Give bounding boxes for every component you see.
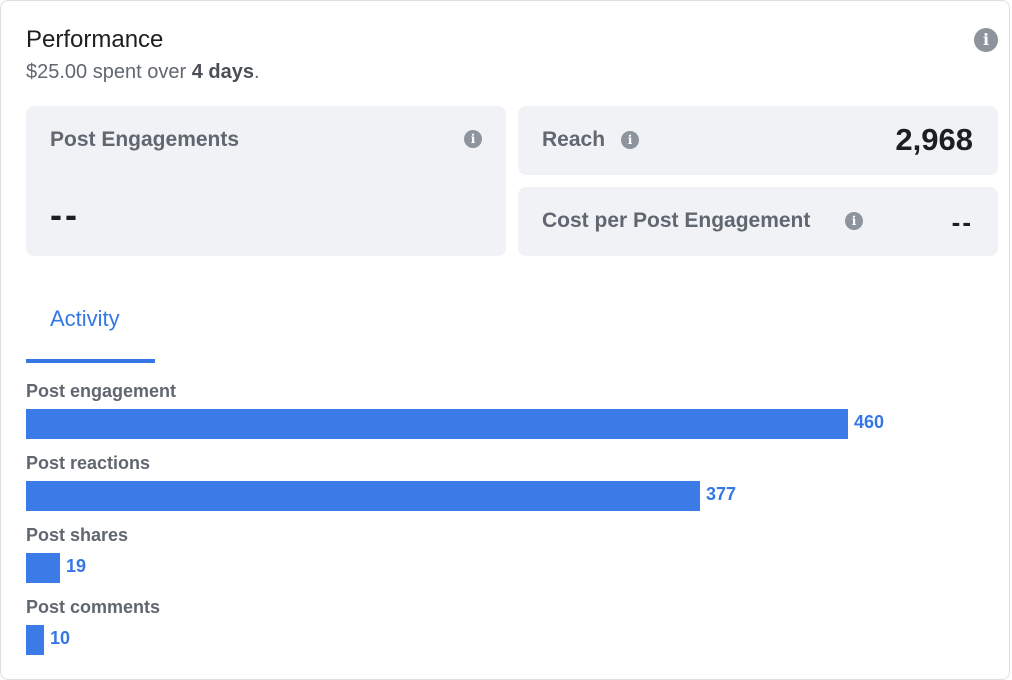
tab-activity-underline bbox=[26, 359, 155, 363]
bar-label-post-shares: Post shares bbox=[26, 525, 129, 545]
performance-panel: Performance $25.00 spent over 4 days. i … bbox=[0, 0, 1010, 680]
post-engagements-value: -- bbox=[50, 194, 80, 235]
info-icon[interactable]: i bbox=[974, 28, 998, 52]
bar-post-reactions bbox=[26, 481, 700, 511]
bar-value-post-engagement: 460 bbox=[854, 412, 885, 432]
bar-label-post-engagement: Post engagement bbox=[26, 381, 177, 401]
bar-post-shares bbox=[26, 553, 60, 583]
bar-label-post-reactions: Post reactions bbox=[26, 453, 151, 473]
bar-label-post-comments: Post comments bbox=[26, 597, 161, 617]
cost-per-engagement-value: -- bbox=[951, 207, 973, 237]
reach-label: Reach bbox=[542, 128, 606, 151]
bar-value-post-reactions: 377 bbox=[706, 484, 737, 504]
tab-activity[interactable]: Activity bbox=[50, 306, 120, 332]
spent-days: 4 days bbox=[191, 61, 254, 83]
post-engagements-card: Post Engagements i -- bbox=[26, 106, 506, 256]
bar-value-post-shares: 19 bbox=[66, 556, 87, 576]
post-engagements-label: Post Engagements bbox=[50, 128, 240, 151]
bar-value-post-comments: 10 bbox=[50, 628, 71, 648]
page-title: Performance bbox=[26, 26, 164, 53]
cost-per-engagement-label: Cost per Post Engagement bbox=[542, 209, 811, 232]
spent-period: . bbox=[253, 61, 260, 83]
spend-summary: $25.00 spent over 4 days. bbox=[26, 61, 260, 84]
cost-per-engagement-card: Cost per Post Engagement i -- bbox=[518, 187, 998, 256]
info-icon[interactable]: i bbox=[464, 130, 482, 148]
reach-card: Reach i 2,968 bbox=[518, 106, 998, 175]
spent-text: spent over bbox=[87, 61, 192, 83]
info-icon[interactable]: i bbox=[845, 212, 863, 230]
reach-value: 2,968 bbox=[895, 122, 973, 157]
spent-amount: $25.00 bbox=[26, 61, 88, 83]
info-icon[interactable]: i bbox=[621, 131, 639, 149]
bar-post-engagement bbox=[26, 409, 848, 439]
bar-post-comments bbox=[26, 625, 44, 655]
